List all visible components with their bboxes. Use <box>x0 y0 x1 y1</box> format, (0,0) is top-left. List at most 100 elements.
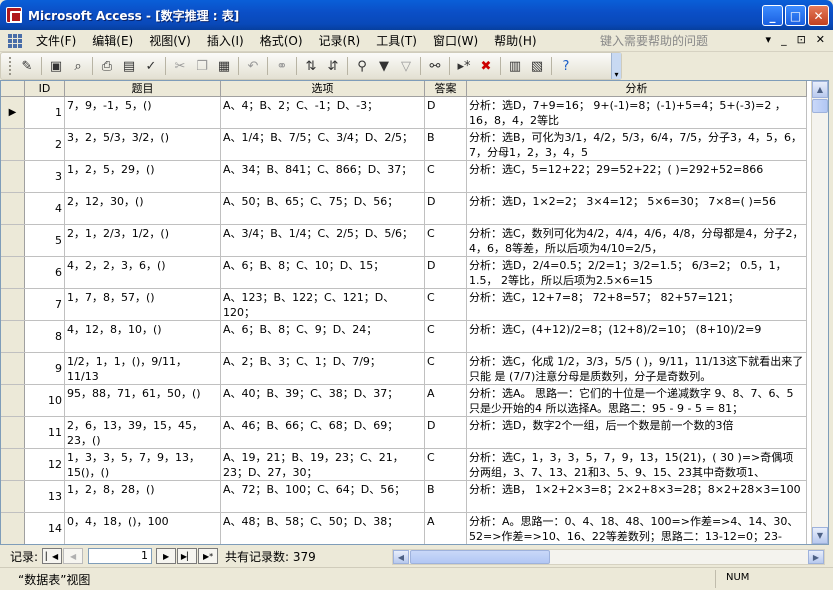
help-dropdown-icon[interactable]: ▾ <box>766 33 772 46</box>
cell-id[interactable]: 9 <box>25 353 65 384</box>
cell-id[interactable]: 3 <box>25 161 65 192</box>
cell-analysis[interactable]: 分析：选C，数列可化为4/2，4/4，4/6，4/8，分母都是4，分子2，4，6… <box>467 225 807 256</box>
cell-options[interactable]: A、6；B、8；C、10；D、15； <box>221 257 425 288</box>
cell-answer[interactable]: C <box>425 225 467 256</box>
sort-ascending-icon[interactable]: ⇅ <box>300 55 322 77</box>
last-record-button[interactable]: ▶▏ <box>177 548 198 564</box>
paste-icon[interactable]: ▦ <box>213 55 235 77</box>
cell-id[interactable]: 11 <box>25 417 65 448</box>
cell-id[interactable]: 8 <box>25 321 65 352</box>
cell-question[interactable]: 1，2，5，29，() <box>65 161 221 192</box>
cell-analysis[interactable]: 分析：选C，1，3，3，5，7，9，13，15(21)，( 30 )=>奇偶项分… <box>467 449 807 480</box>
sort-descending-icon[interactable]: ⇵ <box>322 55 344 77</box>
cell-question[interactable]: 3，2，5/3，3/2，() <box>65 129 221 160</box>
save-icon[interactable]: ▣ <box>45 55 67 77</box>
table-row[interactable]: 11 2，6，13，39，15，45，23，() A、46；B、66；C、68；D、… <box>1 417 807 449</box>
table-row[interactable]: 10 95，88，71，61，50，() A、40；B、39；C、38；D、37； A… <box>1 385 807 417</box>
row-selector[interactable] <box>1 353 25 384</box>
cell-question[interactable]: 1，3，3，5，7，9，13，15()，() <box>65 449 221 480</box>
scroll-right-button[interactable]: ▶ <box>808 550 824 564</box>
cell-analysis[interactable]: 分析：A。思路一：0、4、18、48、100=>作差=>4、14、30、52=>… <box>467 513 807 544</box>
cell-options[interactable]: A、40；B、39；C、38；D、37； <box>221 385 425 416</box>
hyperlink-icon[interactable]: ⚭ <box>271 55 293 77</box>
cell-options[interactable]: A、2；B、3；C、1；D、7/9； <box>221 353 425 384</box>
cell-id[interactable]: 1 <box>25 97 65 128</box>
first-record-button[interactable]: ▏◀ <box>42 548 63 564</box>
search-file-icon[interactable]: ⌕ <box>67 55 89 77</box>
minimize-button[interactable]: _ <box>762 5 783 26</box>
cell-question[interactable]: 4，12，8，10，() <box>65 321 221 352</box>
cell-id[interactable]: 7 <box>25 289 65 320</box>
menu-records[interactable]: 记录(R) <box>311 32 369 49</box>
copy-icon[interactable]: ❐ <box>191 55 213 77</box>
table-row[interactable]: 6 4，2，2，3，6，() A、6；B、8；C、10；D、15； D 分析：选D，2/… <box>1 257 807 289</box>
toolbar-options-icon[interactable]: ▾ <box>611 53 621 79</box>
cell-answer[interactable]: C <box>425 289 467 320</box>
table-row[interactable]: 3 1，2，5，29，() A、34；B、841；C、866；D、37； C 分析：选C… <box>1 161 807 193</box>
table-row[interactable]: ▶ 1 7，9，-1，5，() A、4；B、2；C、-1；D、-3； D 分析：选D，7+… <box>1 97 807 129</box>
doc-close-button[interactable]: ✕ <box>816 33 825 46</box>
column-header-id[interactable]: ID <box>25 81 65 97</box>
doc-minimize-button[interactable]: _ <box>781 33 787 46</box>
menu-file[interactable]: 文件(F) <box>28 32 84 49</box>
cell-analysis[interactable]: 分析：选C，12+7=8； 72+8=57； 82+57=121； <box>467 289 807 320</box>
cell-question[interactable]: 2，12，30，() <box>65 193 221 224</box>
cell-question[interactable]: 2，1，2/3，1/2，() <box>65 225 221 256</box>
scroll-down-button[interactable]: ▼ <box>812 527 828 544</box>
row-selector[interactable] <box>1 417 25 448</box>
table-row[interactable]: 8 4，12，8，10，() A、6；B、8；C、9；D、24； C 分析：选C，(4+… <box>1 321 807 353</box>
cell-options[interactable]: A、72；B、100；C、64；D、56； <box>221 481 425 512</box>
cell-analysis[interactable]: 分析：选D，7+9=16； 9+(-1)=8；(-1)+5=4；5+(-3)=2… <box>467 97 807 128</box>
row-selector[interactable] <box>1 321 25 352</box>
menu-view[interactable]: 视图(V) <box>141 32 199 49</box>
filter-by-form-icon[interactable]: ▼ <box>373 55 395 77</box>
cell-options[interactable]: A、1/4；B、7/5；C、3/4；D、2/5； <box>221 129 425 160</box>
cell-analysis[interactable]: 分析：选B， 1×2+2×3=8；2×2+8×3=28；8×2+28×3=100 <box>467 481 807 512</box>
cell-answer[interactable]: D <box>425 417 467 448</box>
table-row[interactable]: 4 2，12，30，() A、50；B、65；C、75；D、56； D 分析：选D，1×… <box>1 193 807 225</box>
scroll-up-button[interactable]: ▲ <box>812 81 828 98</box>
row-selector[interactable] <box>1 257 25 288</box>
cell-answer[interactable]: D <box>425 193 467 224</box>
help-icon[interactable]: ? <box>555 55 577 77</box>
cell-id[interactable]: 10 <box>25 385 65 416</box>
cell-analysis[interactable]: 分析：选D，1×2=2； 3×4=12； 5×6=30； 7×8=( )=56 <box>467 193 807 224</box>
previous-record-button[interactable]: ◀ <box>63 548 84 564</box>
horizontal-scrollbar[interactable]: ◀ ▶ <box>392 549 825 565</box>
cell-answer[interactable]: A <box>425 513 467 544</box>
cell-answer[interactable]: A <box>425 385 467 416</box>
menu-format[interactable]: 格式(O) <box>252 32 311 49</box>
cell-options[interactable]: A、46；B、66；C、68；D、69； <box>221 417 425 448</box>
table-row[interactable]: 7 1，7，8，57，() A、123；B、122；C、121；D、120； C 分析：… <box>1 289 807 321</box>
cell-id[interactable]: 12 <box>25 449 65 480</box>
cell-question[interactable]: 1，7，8，57，() <box>65 289 221 320</box>
close-button[interactable]: ✕ <box>808 5 829 26</box>
cell-options[interactable]: A、19，21；B、19，23；C、21，23；D、27，30； <box>221 449 425 480</box>
find-icon[interactable]: ⚯ <box>424 55 446 77</box>
cell-analysis[interactable]: 分析：选C，(4+12)/2=8；(12+8)/2=10； (8+10)/2=9 <box>467 321 807 352</box>
cut-icon[interactable]: ✂ <box>169 55 191 77</box>
menu-help[interactable]: 帮助(H) <box>486 32 544 49</box>
print-icon[interactable]: ⎙ <box>96 55 118 77</box>
vertical-scroll-thumb[interactable] <box>812 99 828 113</box>
cell-question[interactable]: 4，2，2，3，6，() <box>65 257 221 288</box>
cell-id[interactable]: 13 <box>25 481 65 512</box>
cell-answer[interactable]: C <box>425 161 467 192</box>
scroll-left-button[interactable]: ◀ <box>393 550 409 564</box>
cell-options[interactable]: A、4；B、2；C、-1；D、-3； <box>221 97 425 128</box>
menu-insert[interactable]: 插入(I) <box>199 32 252 49</box>
column-header-options[interactable]: 选项 <box>221 81 425 97</box>
cell-options[interactable]: A、3/4；B、1/4；C、2/5；D、5/6； <box>221 225 425 256</box>
table-row[interactable]: 9 1/2，1，1，()，9/11，11/13 A、2；B、3；C、1；D、7/9；… <box>1 353 807 385</box>
cell-id[interactable]: 4 <box>25 193 65 224</box>
cell-id[interactable]: 6 <box>25 257 65 288</box>
cell-answer[interactable]: B <box>425 129 467 160</box>
row-selector[interactable] <box>1 225 25 256</box>
cell-answer[interactable]: C <box>425 321 467 352</box>
row-selector[interactable] <box>1 161 25 192</box>
cell-question[interactable]: 1/2，1，1，()，9/11，11/13 <box>65 353 221 384</box>
menu-edit[interactable]: 编辑(E) <box>84 32 141 49</box>
row-selector[interactable] <box>1 513 25 544</box>
doc-restore-button[interactable]: ⊡ <box>797 33 806 46</box>
column-header-answer[interactable]: 答案 <box>425 81 467 97</box>
